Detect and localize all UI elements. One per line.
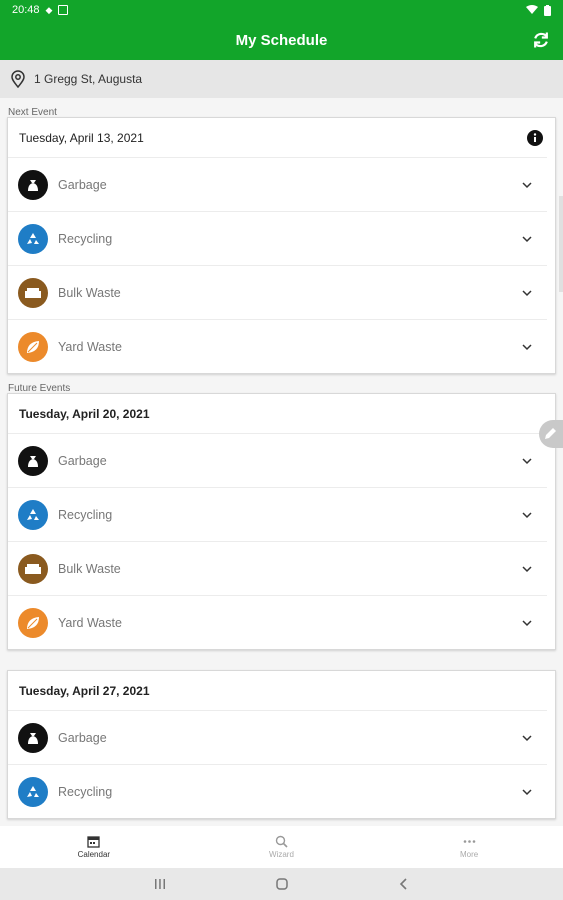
waste-type-row[interactable]: Garbage — [8, 157, 547, 211]
chevron-down-icon[interactable] — [521, 179, 533, 191]
recycling-icon — [18, 499, 48, 530]
waste-type-label: Bulk Waste — [58, 285, 121, 300]
waste-type-row[interactable]: Garbage — [8, 710, 547, 764]
nav-wizard[interactable]: Wizard — [221, 835, 341, 859]
waste-type-row[interactable]: Recycling — [8, 764, 547, 818]
notification-icon: ◆ — [45, 4, 53, 15]
waste-type-row[interactable]: Garbage — [8, 433, 547, 487]
waste-type-label: Yard Waste — [58, 615, 122, 630]
chevron-down-icon[interactable] — [521, 233, 533, 245]
wifi-icon — [526, 5, 538, 14]
event-date: Tuesday, April 13, 2021 — [19, 130, 144, 145]
waste-type-label: Recycling — [58, 507, 113, 522]
recycling-icon — [18, 223, 48, 254]
message-icon — [58, 5, 69, 15]
waste-type-label: Garbage — [58, 453, 107, 468]
couch-icon — [18, 553, 48, 584]
edit-button[interactable] — [539, 420, 563, 448]
event-header: Tuesday, April 13, 2021 — [8, 118, 555, 157]
waste-type-label: Garbage — [58, 730, 107, 745]
recent-apps-icon[interactable] — [154, 878, 166, 890]
schedule-list[interactable]: Next Event Tuesday, April 13, 2021 Garba… — [0, 98, 563, 826]
chevron-down-icon[interactable] — [521, 732, 533, 744]
event-date: Tuesday, April 27, 2021 — [19, 683, 150, 698]
leaf-icon — [18, 331, 48, 362]
recycling-icon — [18, 776, 48, 807]
location-address: 1 Gregg St, Augusta — [34, 72, 143, 86]
page-title: My Schedule — [235, 31, 328, 49]
location-pin-icon — [11, 70, 25, 88]
chevron-down-icon[interactable] — [521, 455, 533, 467]
waste-type-label: Recycling — [58, 231, 113, 246]
event-header: Tuesday, April 27, 2021 — [8, 671, 555, 710]
chevron-down-icon[interactable] — [521, 563, 533, 575]
nav-more[interactable]: More — [409, 835, 529, 859]
chevron-down-icon[interactable] — [521, 341, 533, 353]
waste-type-label: Yard Waste — [58, 339, 122, 354]
status-bar: 20:48 ◆ — [0, 0, 563, 20]
event-date: Tuesday, April 20, 2021 — [19, 406, 150, 421]
search-icon — [275, 835, 288, 848]
waste-type-row[interactable]: Bulk Waste — [8, 541, 547, 595]
event-card: Tuesday, April 27, 2021 Garbage Recycling — [7, 670, 556, 819]
event-card: Tuesday, April 20, 2021 Garbage Recycling… — [7, 393, 556, 650]
waste-type-row[interactable]: Recycling — [8, 211, 547, 265]
calendar-icon — [87, 836, 100, 848]
next-event-label: Next Event — [8, 107, 57, 118]
battery-icon — [544, 4, 551, 16]
chevron-down-icon[interactable] — [521, 509, 533, 521]
more-icon — [463, 840, 475, 843]
nav-more-label: More — [460, 850, 479, 859]
event-card: Tuesday, April 13, 2021 Garbage Recycling… — [7, 117, 556, 374]
location-bar[interactable]: 1 Gregg St, Augusta — [0, 60, 563, 98]
back-icon[interactable] — [398, 878, 410, 890]
event-header: Tuesday, April 20, 2021 — [8, 394, 555, 433]
waste-type-row[interactable]: Recycling — [8, 487, 547, 541]
garbage-bag-icon — [18, 445, 48, 476]
app-bar: My Schedule — [0, 20, 563, 60]
bottom-navigation: Calendar Wizard More — [0, 826, 563, 868]
couch-icon — [18, 277, 48, 308]
home-icon[interactable] — [275, 878, 288, 890]
chevron-down-icon[interactable] — [521, 617, 533, 629]
nav-wizard-label: Wizard — [269, 850, 294, 859]
info-icon[interactable] — [527, 129, 543, 146]
nav-calendar-label: Calendar — [77, 850, 111, 859]
nav-calendar[interactable]: Calendar — [34, 835, 154, 859]
future-events-label: Future Events — [8, 383, 71, 394]
chevron-down-icon[interactable] — [521, 786, 533, 798]
waste-type-label: Garbage — [58, 177, 107, 192]
pencil-icon — [545, 428, 556, 439]
garbage-bag-icon — [18, 169, 48, 200]
refresh-icon[interactable] — [531, 30, 551, 50]
waste-type-label: Recycling — [58, 784, 113, 799]
waste-type-row[interactable]: Yard Waste — [8, 595, 547, 649]
waste-type-label: Bulk Waste — [58, 561, 121, 576]
chevron-down-icon[interactable] — [521, 287, 533, 299]
status-time: 20:48 — [12, 4, 40, 16]
waste-type-row[interactable]: Yard Waste — [8, 319, 547, 373]
waste-type-row[interactable]: Bulk Waste — [8, 265, 547, 319]
scrollbar[interactable] — [559, 196, 563, 292]
leaf-icon — [18, 607, 48, 638]
system-navigation — [0, 868, 563, 900]
garbage-bag-icon — [18, 722, 48, 753]
